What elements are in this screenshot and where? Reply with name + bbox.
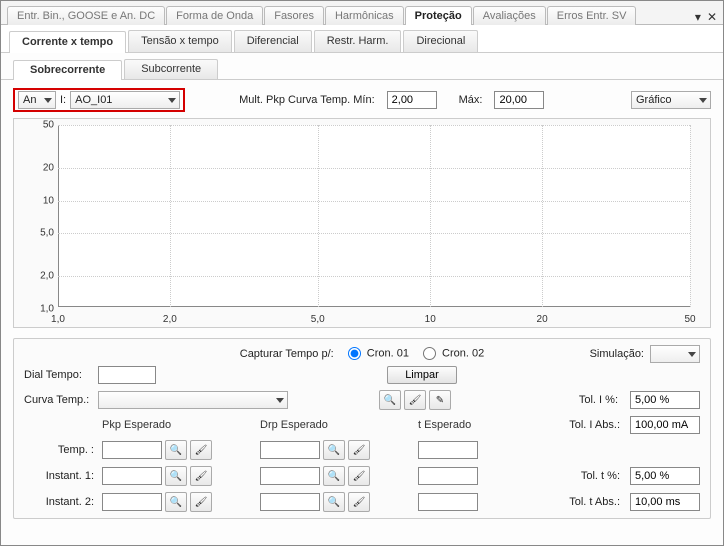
brush-icon[interactable]: 🖌	[190, 440, 212, 460]
content-area: An I: AO_I01 Mult. Pkp Curva Temp. Mín: …	[1, 80, 723, 527]
tab-erros-sv[interactable]: Erros Entr. SV	[547, 6, 637, 25]
zoom-icon[interactable]: 🔍	[165, 492, 187, 512]
capturar-tempo-label: Capturar Tempo p/:	[240, 348, 334, 360]
zoom-icon[interactable]: 🔍	[165, 466, 187, 486]
drp-header: Drp Esperado	[260, 419, 410, 431]
brush-icon[interactable]: 🖌	[348, 466, 370, 486]
tab-forma-onda[interactable]: Forma de Onda	[166, 6, 263, 25]
inst1-drp-input[interactable]	[260, 467, 320, 485]
brush-icon[interactable]: 🖌	[190, 492, 212, 512]
pkp-header: Pkp Esperado	[102, 419, 252, 431]
subtab-corrente-tempo[interactable]: Corrente x tempo	[9, 31, 126, 53]
subtab-diferencial[interactable]: Diferencial	[234, 30, 312, 52]
subtab2-subcorrente[interactable]: Subcorrente	[124, 59, 218, 79]
bottom-panel: Capturar Tempo p/: Cron. 01 Cron. 02 Sim…	[13, 338, 711, 519]
simulacao-label: Simulação:	[590, 348, 644, 360]
tol-t-pct-input[interactable]	[630, 467, 700, 485]
tol-t-pct-label: Tol. t %:	[554, 470, 624, 482]
tol-i-abs-label: Tol. I Abs.:	[554, 419, 624, 431]
tab-fasores[interactable]: Fasores	[264, 6, 324, 25]
x-tick: 20	[537, 314, 548, 325]
mult-pkp-max-input[interactable]	[494, 91, 544, 109]
subtab-tensao-tempo[interactable]: Tensão x tempo	[128, 30, 232, 52]
temp-t-input[interactable]	[418, 441, 478, 459]
tab-entr-bin[interactable]: Entr. Bin., GOOSE e An. DC	[7, 6, 165, 25]
tol-i-pct-input[interactable]	[630, 391, 700, 409]
tab-avaliacoes[interactable]: Avaliações	[473, 6, 546, 25]
subtab-restr-harm[interactable]: Restr. Harm.	[314, 30, 402, 52]
t-header: t Esperado	[418, 419, 538, 431]
simulacao-dropdown[interactable]	[650, 345, 700, 363]
config-row: An I: AO_I01 Mult. Pkp Curva Temp. Mín: …	[13, 88, 711, 112]
tol-i-abs-input[interactable]	[630, 416, 700, 434]
brush-icon[interactable]: 🖌	[190, 466, 212, 486]
tol-t-abs-input[interactable]	[630, 493, 700, 511]
i-dropdown[interactable]: AO_I01	[70, 91, 180, 109]
zoom-icon[interactable]: 🔍	[323, 466, 345, 486]
tab-protecao[interactable]: Proteção	[405, 6, 472, 25]
tol-t-abs-label: Tol. t Abs.:	[554, 496, 624, 508]
cron02-radio[interactable]: Cron. 02	[423, 347, 484, 360]
limpar-button[interactable]: Limpar	[387, 366, 457, 384]
brush-icon[interactable]: 🖌	[404, 390, 426, 410]
chevron-down-icon[interactable]: ▾	[695, 10, 701, 24]
inst2-t-input[interactable]	[418, 493, 478, 511]
zoom-icon[interactable]: 🔍	[323, 440, 345, 460]
inst1-pkp-input[interactable]	[102, 467, 162, 485]
grafico-dropdown[interactable]: Gráfico	[631, 91, 711, 109]
inst2-drp-input[interactable]	[260, 493, 320, 511]
inst2-row-label: Instant. 2:	[24, 496, 94, 508]
subtab-direcional[interactable]: Direcional	[403, 30, 478, 52]
mult-pkp-min-input[interactable]	[387, 91, 437, 109]
cron01-radio[interactable]: Cron. 01	[348, 347, 409, 360]
y-tick: 10	[14, 195, 54, 206]
brush-icon[interactable]: 🖌	[348, 440, 370, 460]
y-tick: 50	[14, 120, 54, 131]
temp-drp-input[interactable]	[260, 441, 320, 459]
chart-plot-area	[58, 125, 690, 307]
i-label: I:	[58, 94, 68, 106]
y-tick: 2,0	[14, 271, 54, 282]
clean-brush-icon[interactable]: ✎	[429, 390, 451, 410]
zoom-icon[interactable]: 🔍	[379, 390, 401, 410]
temp-row-label: Temp. :	[24, 444, 94, 456]
top-tab-strip: Entr. Bin., GOOSE e An. DC Forma de Onda…	[1, 1, 723, 25]
subtab2-sobrecorrente[interactable]: Sobrecorrente	[13, 60, 122, 80]
dial-tempo-input[interactable]	[98, 366, 156, 384]
x-tick: 10	[425, 314, 436, 325]
inst1-t-input[interactable]	[418, 467, 478, 485]
temp-pkp-input[interactable]	[102, 441, 162, 459]
curva-temp-dropdown[interactable]	[98, 391, 288, 409]
y-tick: 20	[14, 163, 54, 174]
mult-pkp-min-label: Mult. Pkp Curva Temp. Mín:	[239, 94, 375, 106]
sub-tab2-strip: Sobrecorrente Subcorrente	[1, 53, 723, 80]
tol-i-pct-label: Tol. I %:	[552, 394, 622, 406]
chart: 50 20 10 5,0 2,0 1,0 1,0 2,0 5,0 10 20 5…	[13, 118, 711, 328]
zoom-icon[interactable]: 🔍	[323, 492, 345, 512]
x-tick: 5,0	[311, 314, 325, 325]
dial-tempo-label: Dial Tempo:	[24, 369, 90, 381]
y-tick: 5,0	[14, 228, 54, 239]
mult-pkp-max-label: Máx:	[459, 94, 483, 106]
tab-harmonicas[interactable]: Harmônicas	[325, 6, 404, 25]
y-tick: 1,0	[14, 304, 54, 315]
brush-icon[interactable]: 🖌	[348, 492, 370, 512]
x-tick: 1,0	[51, 314, 65, 325]
an-dropdown[interactable]: An	[18, 91, 56, 109]
sub-tab-strip: Corrente x tempo Tensão x tempo Diferenc…	[1, 25, 723, 53]
close-icon[interactable]: ✕	[707, 10, 717, 24]
inst2-pkp-input[interactable]	[102, 493, 162, 511]
zoom-icon[interactable]: 🔍	[165, 440, 187, 460]
highlighted-selector-group: An I: AO_I01	[13, 88, 185, 112]
inst1-row-label: Instant. 1:	[24, 470, 94, 482]
curva-temp-label: Curva Temp.:	[24, 394, 90, 406]
x-tick: 2,0	[163, 314, 177, 325]
x-tick: 50	[684, 314, 695, 325]
